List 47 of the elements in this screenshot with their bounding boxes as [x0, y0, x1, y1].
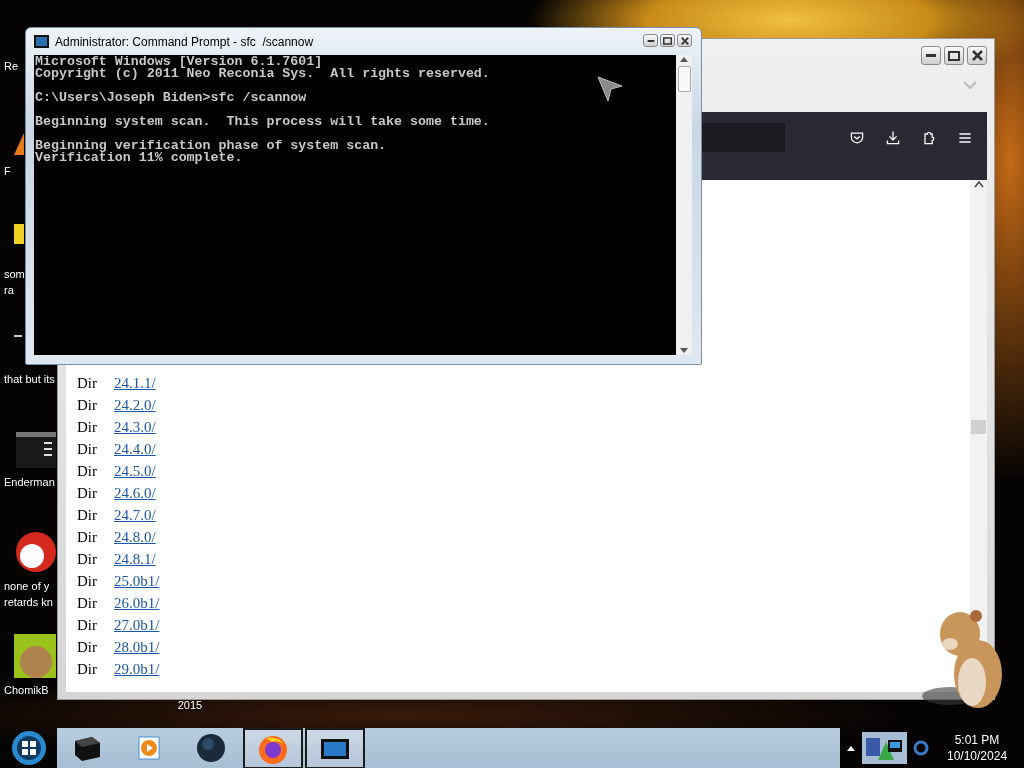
directory-link[interactable]: 24.4.0/ [114, 440, 156, 458]
icon-label: 2015 [177, 698, 203, 713]
entry-type: Dir [77, 440, 98, 458]
icon-label: ChomikB [4, 683, 49, 698]
console-line: Verification 11% complete. [35, 152, 243, 164]
entry-type: Dir [77, 506, 98, 524]
clock-date[interactable]: 10/10/2024 [947, 748, 1008, 764]
directory-link[interactable]: 24.2.0/ [114, 396, 156, 414]
entry-type: Dir [77, 528, 98, 546]
entry-type: Dir [77, 594, 98, 612]
entry-type: Dir [77, 396, 98, 414]
entry-type: Dir [77, 660, 98, 678]
icon-label: Re [4, 59, 19, 74]
directory-link[interactable]: 24.8.1/ [114, 550, 156, 568]
directory-link[interactable]: 28.0b1/ [114, 638, 160, 656]
directory-link[interactable]: 29.0b1/ [114, 660, 160, 678]
entry-type: Dir [77, 484, 98, 502]
entry-type: Dir [77, 374, 98, 392]
entry-type: Dir [77, 616, 98, 634]
entry-type: Dir [77, 572, 98, 590]
console-line: Beginning system scan. This process will take some time. [35, 116, 491, 128]
clock-time[interactable]: 5:01 PM [954, 732, 1000, 748]
entry-type: Dir [77, 462, 98, 480]
directory-link[interactable]: 27.0b1/ [114, 616, 160, 634]
entry-type: Dir [77, 638, 98, 656]
console-line: Copyright (c) 2011 Neo Reconia Sys. All rights reserved. [35, 68, 491, 80]
icon-label: F [4, 164, 11, 179]
console-line: Beginning verification phase of system scan. [35, 140, 388, 152]
window-title: Administrator: Command Prompt - sfc /scannow [55, 34, 314, 49]
console-line: C:\Users\Joseph Biden>sfc /scannow [35, 92, 308, 104]
icon-label: ra [4, 283, 14, 298]
entry-type: Dir [77, 550, 98, 568]
directory-link[interactable]: 25.0b1/ [114, 572, 160, 590]
directory-link[interactable]: 24.5.0/ [114, 462, 156, 480]
icon-label: Enderman [4, 475, 55, 490]
icon-label: retards kn [4, 595, 53, 610]
directory-link[interactable]: 24.7.0/ [114, 506, 156, 524]
directory-link[interactable]: 24.8.0/ [114, 528, 156, 546]
directory-link[interactable]: 26.0b1/ [114, 594, 160, 612]
icon-label: som [4, 267, 25, 282]
entry-type: Dir [77, 418, 98, 436]
directory-link[interactable]: 24.1.1/ [114, 374, 156, 392]
icon-label: none of y [4, 579, 50, 594]
icon-label: that but its [4, 372, 55, 387]
directory-link[interactable]: 24.6.0/ [114, 484, 156, 502]
directory-link[interactable]: 24.3.0/ [114, 418, 156, 436]
console-line: Microsoft Windows [Version 6.1.7601] [35, 56, 324, 68]
